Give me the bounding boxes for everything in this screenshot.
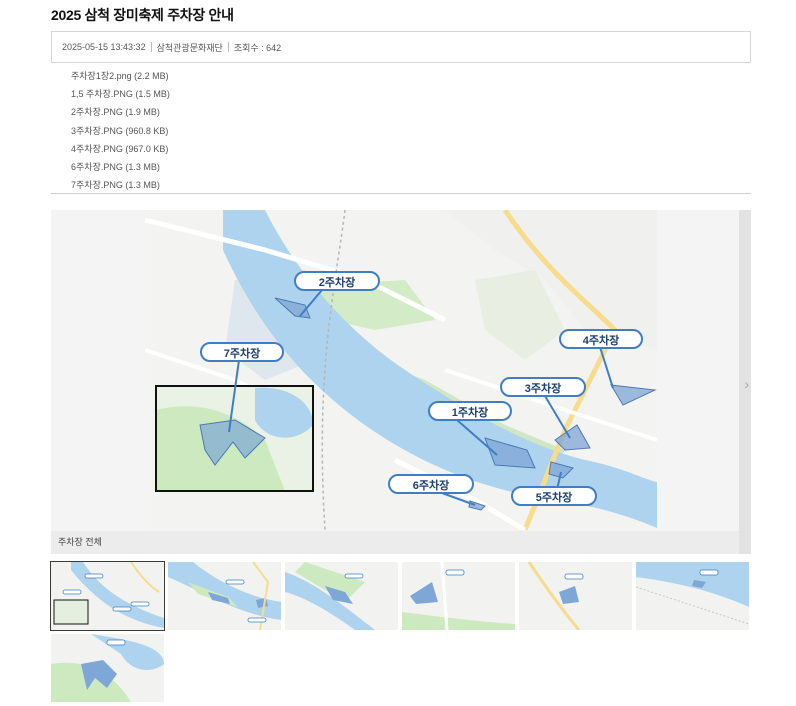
thumbnail-1[interactable]	[50, 561, 165, 631]
attachment-list: 주차장1장2.png (2.2 MB) 1,5 주차장.PNG (1.5 MB)…	[71, 69, 170, 196]
thumbnail-3[interactable]	[285, 562, 398, 630]
thumbnail-7[interactable]	[51, 634, 164, 702]
post-views: 조회수 : 642	[233, 42, 282, 53]
post-meta-bar: 2025-05-15 13:43:32 삼척관광문화재단 조회수 : 642	[51, 31, 751, 63]
parking-label-6: 6주차장	[388, 474, 474, 494]
meta-separator	[227, 42, 229, 52]
chevron-right-icon[interactable]: ›	[744, 376, 749, 392]
parking-label-7: 7주차장	[200, 342, 284, 362]
viewer-caption: 주차장 전체	[51, 531, 739, 554]
parking-label-2: 2주차장	[294, 271, 380, 291]
attachment-link[interactable]: 4주차장.PNG (967.0 KB)	[71, 142, 170, 160]
thumbnail-4[interactable]	[402, 562, 515, 630]
parking-map-image: 2주차장 7주차장 4주차장 3주차장 1주차장 6주차장 5주차장	[145, 210, 657, 530]
post-date: 2025-05-15 13:43:32	[62, 42, 146, 52]
attachment-link[interactable]: 1,5 주차장.PNG (1.5 MB)	[71, 87, 170, 105]
thumbnail-5[interactable]	[519, 562, 632, 630]
parking-label-4: 4주차장	[559, 329, 643, 349]
thumbnail-2[interactable]	[168, 562, 281, 630]
svg-text:6주차장: 6주차장	[413, 478, 449, 492]
parking-label-3: 3주차장	[500, 377, 586, 397]
parking-map: 2주차장 7주차장 4주차장 3주차장 1주차장 6주차장 5주차장	[145, 210, 657, 530]
parking-label-5: 5주차장	[511, 486, 597, 506]
svg-text:1주차장: 1주차장	[452, 405, 488, 419]
section-divider	[51, 193, 751, 194]
svg-text:7주차장: 7주차장	[224, 346, 260, 360]
thumbnail-6[interactable]	[636, 562, 749, 630]
svg-text:2주차장: 2주차장	[319, 275, 355, 289]
page-title: 2025 삼척 장미축제 주차장 안내	[51, 7, 234, 23]
svg-text:4주차장: 4주차장	[583, 333, 619, 347]
attachment-link[interactable]: 주차장1장2.png (2.2 MB)	[71, 69, 170, 87]
attachment-link[interactable]: 6주차장.PNG (1.3 MB)	[71, 160, 170, 178]
svg-text:5주차장: 5주차장	[536, 490, 572, 504]
svg-text:3주차장: 3주차장	[525, 381, 561, 395]
post-author: 삼척관광문화재단	[156, 42, 223, 53]
attachment-link[interactable]: 2주차장.PNG (1.9 MB)	[71, 105, 170, 123]
attachment-link[interactable]: 3주차장.PNG (960.8 KB)	[71, 124, 170, 142]
meta-separator	[150, 42, 152, 52]
parking-label-1: 1주차장	[428, 401, 512, 421]
